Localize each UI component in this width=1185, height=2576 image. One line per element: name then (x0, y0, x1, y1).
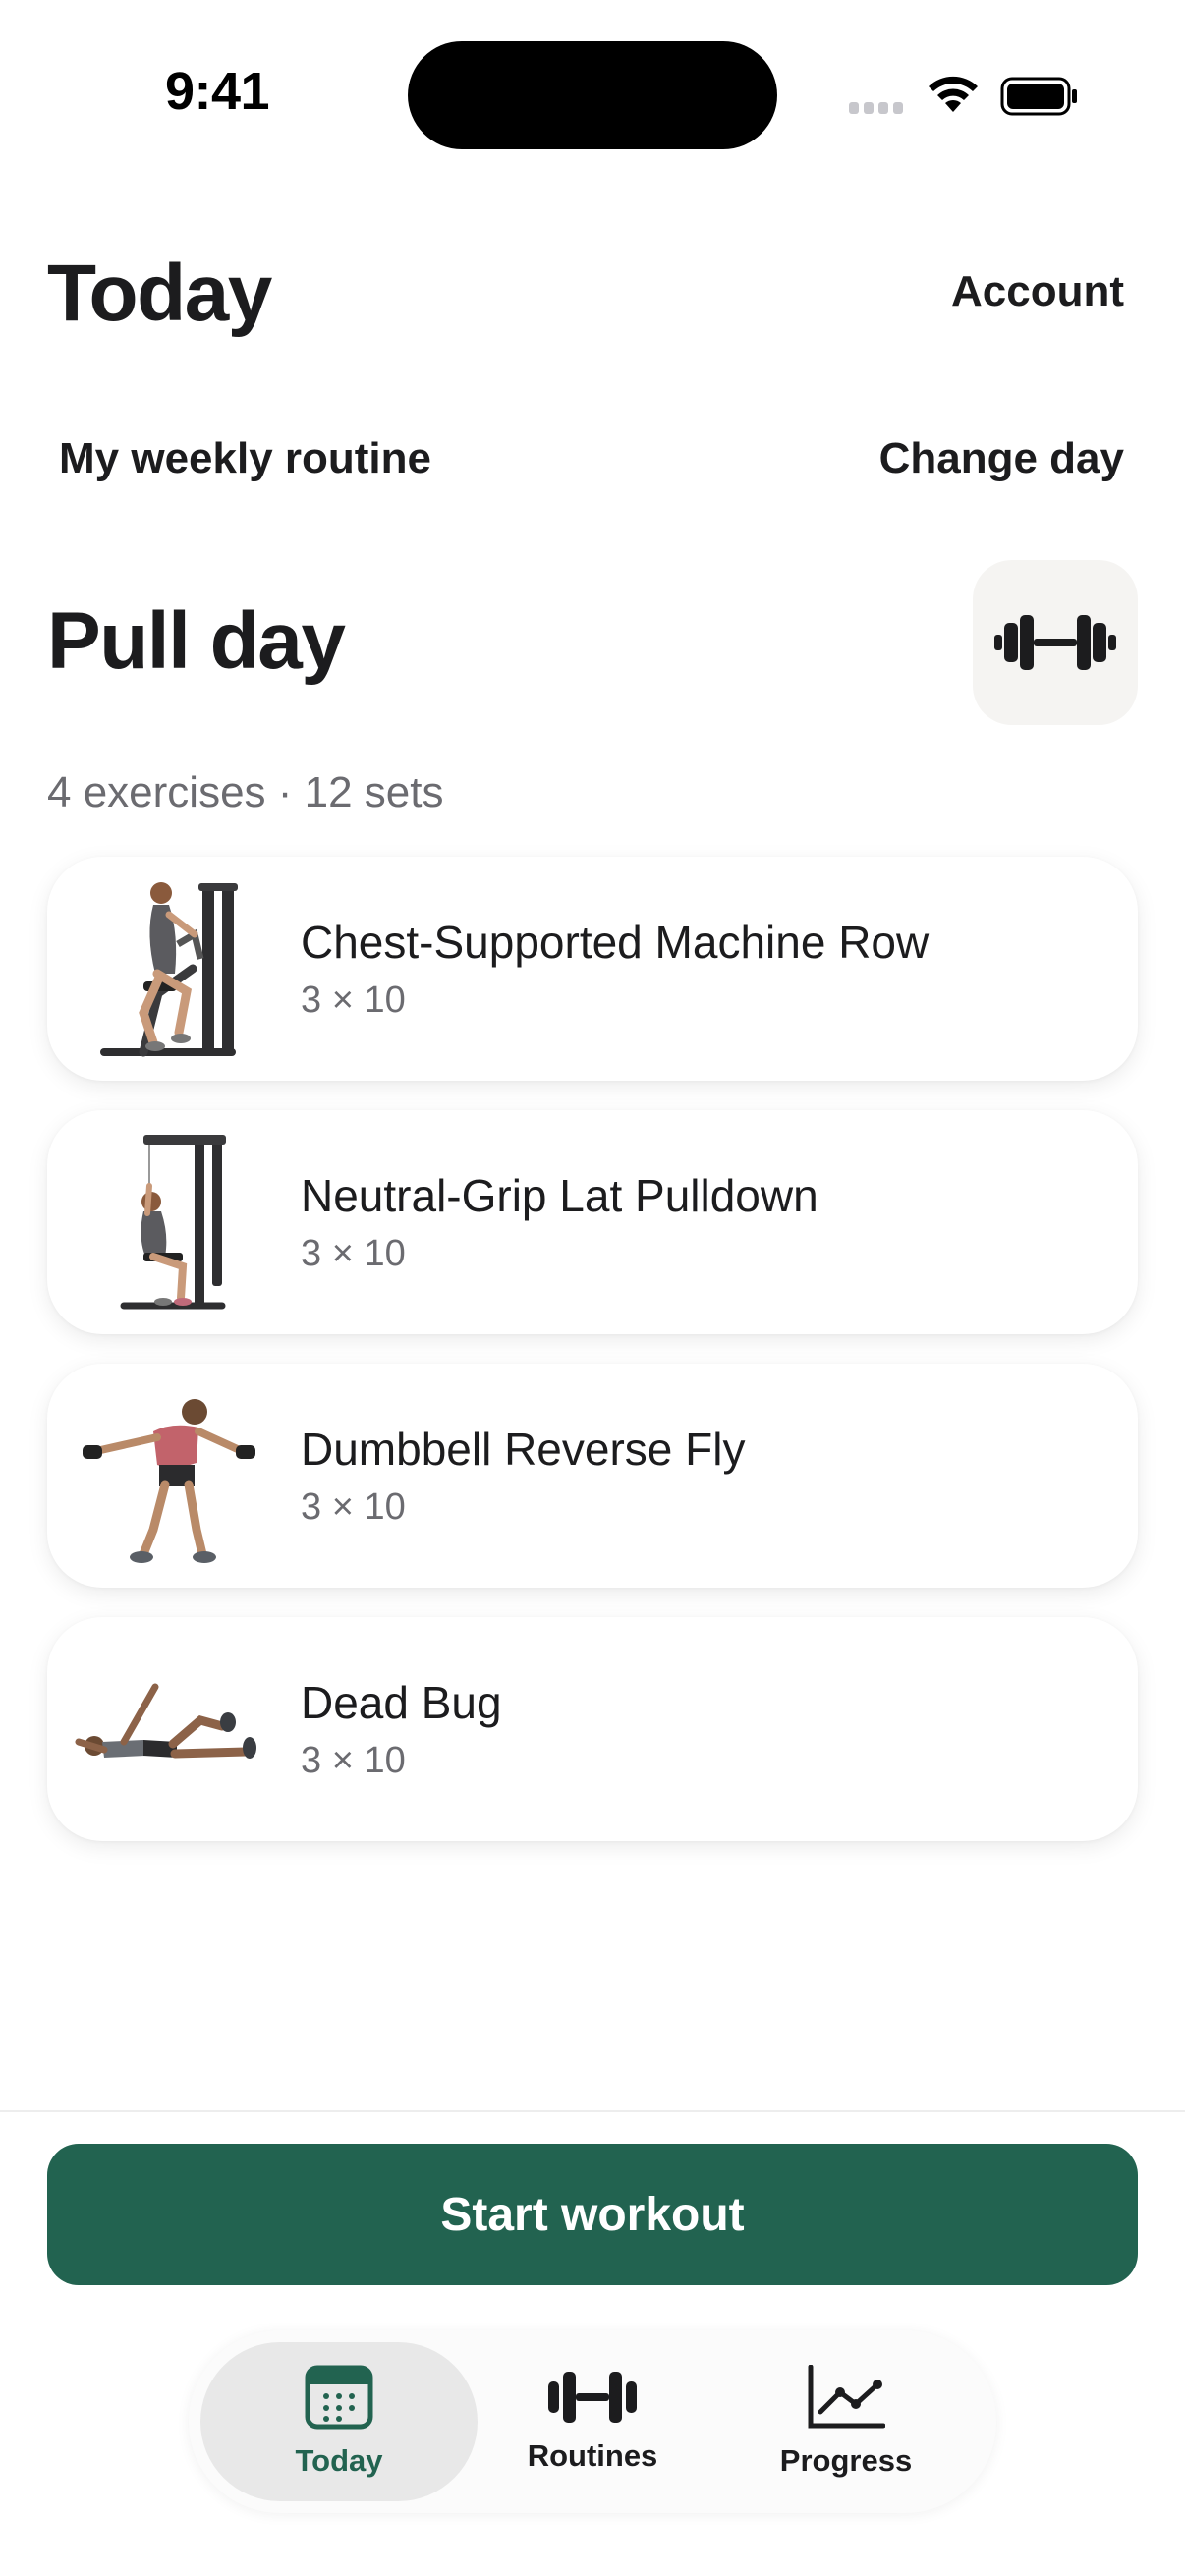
reverse-fly-figure (75, 1377, 261, 1574)
tab-label: Today (295, 2443, 383, 2478)
dumbbell-icon (994, 615, 1116, 670)
day-type-button[interactable] (973, 560, 1138, 725)
account-link[interactable]: Account (951, 267, 1124, 316)
exercise-sets: 3 × 10 (301, 980, 406, 1022)
lat-pulldown-figure (75, 1124, 261, 1320)
tab-routines[interactable]: Routines (454, 2342, 731, 2501)
tab-progress[interactable]: Progress (707, 2342, 985, 2501)
exercise-card[interactable]: Neutral-Grip Lat Pulldown 3 × 10 (47, 1110, 1138, 1334)
exercise-sets: 3 × 10 (301, 1486, 406, 1529)
exercise-card[interactable]: Dead Bug 3 × 10 (47, 1617, 1138, 1841)
dynamic-island (408, 41, 777, 149)
start-workout-button[interactable]: Start workout (47, 2144, 1138, 2285)
change-day-button[interactable]: Change day (879, 434, 1124, 483)
day-summary: 4 exercises · 12 sets (47, 768, 444, 816)
exercise-name: Dead Bug (301, 1676, 502, 1728)
day-title: Pull day (47, 596, 346, 686)
dumbbell-icon (548, 2372, 637, 2423)
exercise-list: Chest-Supported Machine Row 3 × 10 Neutr… (47, 857, 1138, 1871)
tab-bar: Today Routines Progress (189, 2330, 996, 2513)
calendar-icon (305, 2365, 373, 2430)
tab-today[interactable]: Today (200, 2342, 478, 2501)
status-time: 9:41 (165, 62, 270, 121)
weekly-routine-link[interactable]: My weekly routine (59, 434, 431, 483)
exercise-sets: 3 × 10 (301, 1740, 406, 1782)
tab-label: Routines (527, 2438, 658, 2473)
exercise-name: Dumbbell Reverse Fly (301, 1423, 746, 1475)
page-title: Today (47, 249, 272, 338)
exercise-name: Chest-Supported Machine Row (301, 916, 930, 968)
today-screen: 9:41 Today Account My weekly routine Cha… (0, 0, 1185, 2576)
tab-label: Progress (779, 2443, 913, 2478)
exercise-sets: 3 × 10 (301, 1233, 406, 1275)
wifi-icon (929, 76, 978, 112)
exercise-name: Neutral-Grip Lat Pulldown (301, 1169, 818, 1221)
exercise-card[interactable]: Chest-Supported Machine Row 3 × 10 (47, 857, 1138, 1081)
cellular-signal-icon (849, 102, 903, 114)
dead-bug-figure (75, 1631, 261, 1827)
chart-line-icon (808, 2365, 885, 2429)
bottom-divider (0, 2110, 1185, 2112)
machine-row-figure (75, 870, 261, 1067)
exercise-card[interactable]: Dumbbell Reverse Fly 3 × 10 (47, 1364, 1138, 1588)
battery-icon (1000, 77, 1077, 116)
